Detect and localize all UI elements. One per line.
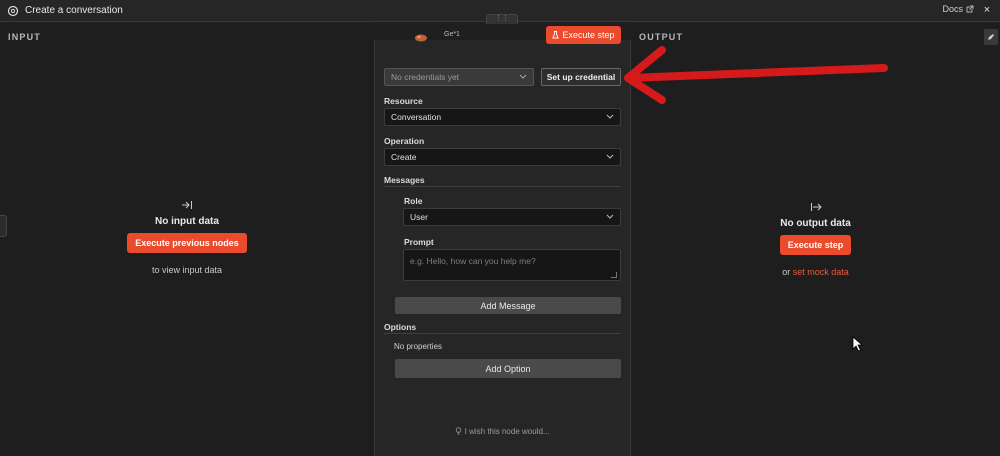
operation-value: Create	[391, 152, 417, 162]
output-empty-title: No output data	[780, 218, 851, 229]
flask-icon	[552, 31, 560, 39]
role-value: User	[410, 212, 428, 222]
docs-label: Docs	[942, 4, 963, 14]
chevron-down-icon	[519, 72, 527, 82]
arrow-to-right-bar-icon	[0, 199, 374, 213]
execute-step-button[interactable]: Execute step	[779, 235, 852, 255]
role-select[interactable]: User	[403, 208, 621, 226]
input-empty-state: No input data Execute previous nodes to …	[0, 199, 374, 275]
output-panel-label: OUTPUT	[639, 32, 684, 42]
options-label: Options	[384, 322, 417, 332]
external-link-icon	[966, 5, 974, 13]
annotation-arrow-icon	[624, 46, 888, 104]
pencil-icon[interactable]	[984, 29, 998, 45]
input-empty-title: No input data	[155, 216, 219, 227]
arrow-from-bar-right-icon	[631, 201, 1000, 215]
output-hint-prefix: or	[782, 267, 791, 277]
resource-label: Resource	[384, 96, 423, 106]
close-icon[interactable]: ×	[980, 3, 994, 17]
input-panel: INPUT No input data Execute previous nod…	[0, 23, 374, 456]
options-divider	[384, 333, 621, 334]
set-mock-data-link[interactable]: set mock data	[793, 267, 849, 277]
node-name[interactable]: Ge*1	[444, 31, 460, 38]
prompt-textarea[interactable]: e.g. Hello, how can you help me?	[403, 249, 621, 281]
resize-grip-icon[interactable]	[611, 272, 617, 278]
openai-logo-icon	[6, 4, 20, 18]
messages-label: Messages	[384, 175, 425, 185]
panel-drag-handle[interactable]: ⋮⋮	[486, 14, 518, 24]
set-up-credential-button[interactable]: Set up credential	[541, 68, 621, 86]
feedback-link[interactable]: I wish this node would...	[374, 427, 631, 436]
window-title: Create a conversation	[25, 5, 123, 16]
operation-label: Operation	[384, 136, 425, 146]
feedback-text: I wish this node would...	[464, 427, 550, 436]
input-panel-label: INPUT	[8, 32, 41, 42]
messages-divider	[384, 186, 621, 187]
mouse-cursor-icon	[852, 336, 864, 352]
prompt-placeholder: e.g. Hello, how can you help me?	[410, 256, 536, 266]
add-option-button[interactable]: Add Option	[395, 359, 621, 378]
execute-step-top-label: Execute step	[562, 30, 615, 40]
resource-value: Conversation	[391, 112, 442, 122]
credential-select-placeholder: No credentials yet	[391, 72, 460, 82]
chevron-down-icon	[606, 112, 614, 122]
lightbulb-icon	[456, 427, 462, 435]
no-properties-text: No properties	[394, 342, 443, 351]
resource-select[interactable]: Conversation	[384, 108, 621, 126]
chevron-down-icon	[606, 212, 614, 222]
credential-select[interactable]: No credentials yet	[384, 68, 534, 86]
execute-step-top-button[interactable]: Execute step	[546, 26, 621, 44]
add-message-button[interactable]: Add Message	[395, 297, 621, 314]
prompt-label: Prompt	[404, 237, 434, 247]
chevron-down-icon	[606, 152, 614, 162]
execute-previous-nodes-button[interactable]: Execute previous nodes	[127, 233, 247, 253]
docs-link[interactable]: Docs	[942, 4, 974, 14]
side-panel-toggle[interactable]	[0, 215, 7, 237]
node-logo-icon	[415, 34, 427, 42]
output-empty-state: No output data Execute step or set mock …	[631, 201, 1000, 277]
output-empty-hint: or set mock data	[631, 267, 1000, 277]
role-label: Role	[404, 196, 423, 206]
input-empty-hint: to view input data	[151, 265, 223, 275]
operation-select[interactable]: Create	[384, 148, 621, 166]
